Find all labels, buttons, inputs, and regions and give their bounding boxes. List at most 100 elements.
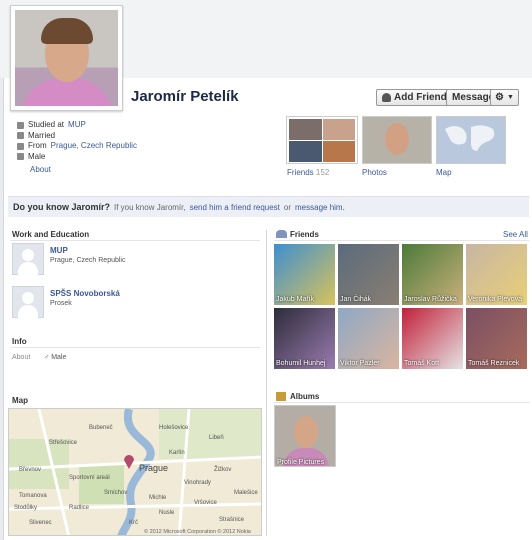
map-place-label: Nusle: [159, 510, 175, 516]
work-item-sub: Prosek: [50, 300, 72, 307]
albums-title: Albums: [290, 392, 320, 401]
album-icon: [276, 392, 286, 401]
add-friend-label: Add Friend: [394, 92, 447, 103]
know-banner: Do you know Jaromír? If you know Jaromír…: [8, 196, 529, 217]
friend-name: Jaroslav Růžička: [404, 296, 457, 303]
friends-heading: Friends: [276, 230, 319, 239]
friend-thumbnail[interactable]: Viktor Pazler: [338, 308, 399, 369]
friend-name: Veronika Plevová: [468, 296, 523, 303]
message-label: Message: [452, 92, 495, 103]
info-label: About: [12, 354, 31, 361]
know-suffix: .: [342, 202, 345, 212]
map-place-label: Bubeneč: [89, 425, 113, 431]
world-map-icon: [445, 125, 495, 151]
map-graphic: Holešovice Libeň Karlín Střešovice Bubeneč Bř…: [9, 409, 261, 535]
map-place-label: Karlín: [169, 450, 185, 456]
map-place-label: Smíchov: [104, 490, 127, 496]
info-value: ♂ Male: [44, 354, 66, 361]
know-mid: or: [283, 202, 292, 212]
map-heading: Map: [12, 396, 28, 405]
settings-dropdown-button[interactable]: ⚙ ▼: [490, 89, 519, 106]
see-all-link[interactable]: See All: [503, 230, 528, 239]
map-copyright: © 2012 Microsoft Corporation © 2012 Noki…: [144, 528, 252, 535]
map-place-label: Vinohrady: [184, 480, 211, 486]
divider: [274, 402, 529, 403]
map-city-label: Prague: [139, 463, 168, 473]
map-place-label: Libeň: [209, 435, 224, 441]
info-value-text: Male: [51, 354, 67, 361]
gear-icon: ⚙: [495, 92, 504, 103]
albums-heading: Albums: [276, 392, 320, 401]
album-caption: Profile Pictures: [277, 459, 325, 466]
map-place-label: Slivenec: [29, 520, 52, 526]
map-place-label: Radlice: [69, 505, 90, 511]
send-friend-request-link[interactable]: send him a friend request: [190, 203, 280, 212]
friend-name: Jakub Mařík: [276, 296, 315, 303]
map-tile-label[interactable]: Map: [436, 168, 452, 177]
info-text: Married: [28, 130, 56, 140]
map-tile[interactable]: [436, 116, 506, 164]
intro-info: Studied at MUP Married From Prague, Czech …: [17, 120, 137, 162]
info-text: Studied at: [28, 120, 65, 129]
map-place-label: Tomanova: [19, 493, 47, 499]
map-place-label: Malešice: [234, 490, 258, 496]
school-logo: [12, 286, 44, 319]
school-icon: [17, 121, 24, 129]
map-place-label: Vršovice: [194, 500, 217, 506]
work-item-name[interactable]: MUP: [50, 246, 68, 255]
photos-tile[interactable]: [362, 116, 432, 164]
work-education-heading: Work and Education: [12, 230, 90, 239]
home-icon: [17, 142, 24, 150]
friend-thumbnail[interactable]: Bohumil Hunhej: [274, 308, 335, 369]
know-prefix: If you know Jaromír,: [114, 202, 186, 212]
divider: [10, 240, 260, 241]
friend-thumbnail[interactable]: Jakub Mařík: [274, 244, 335, 305]
friend-name: Tomáš Reznicek: [468, 360, 520, 367]
map-place-label: Žižkov: [214, 465, 231, 473]
photos-tile-label[interactable]: Photos: [362, 168, 387, 177]
friend-thumbnail[interactable]: Veronika Plevová: [466, 244, 527, 305]
friends-grid: Jakub Mařík Jan Čihák Jaroslav Růžička Vero…: [274, 244, 530, 370]
profile-name[interactable]: Jaromír Petelík: [131, 88, 239, 105]
map-place-label: Holešovice: [159, 425, 189, 431]
column-divider: [266, 230, 267, 536]
add-friend-button[interactable]: Add Friend: [376, 89, 453, 106]
friend-thumbnail[interactable]: Tomáš Reznicek: [466, 308, 527, 369]
info-link[interactable]: Prague, Czech Republic: [51, 141, 137, 152]
friend-thumbnail[interactable]: Tomáš Kott: [402, 308, 463, 369]
friend-thumbnail[interactable]: Jan Čihák: [338, 244, 399, 305]
work-item-name[interactable]: SPŠS Novoborská: [50, 289, 120, 298]
info-row: From Prague, Czech Republic: [17, 141, 137, 152]
message-him-link[interactable]: message him: [295, 203, 343, 212]
info-row: Male: [17, 152, 137, 163]
friend-thumbnail[interactable]: Jaroslav Růžička: [402, 244, 463, 305]
work-item-sub: Prague, Czech Republic: [50, 257, 126, 264]
info-heading: Info: [12, 337, 27, 346]
map-place-label: Břevnov: [19, 467, 41, 473]
info-text: Male: [28, 151, 46, 161]
map-place-label: Strašnice: [219, 517, 245, 523]
friend-name: Bohumil Hunhej: [276, 360, 326, 367]
friends-tile[interactable]: [286, 116, 358, 164]
info-row: Studied at MUP: [17, 120, 137, 131]
divider: [10, 347, 260, 348]
profile-picture[interactable]: [10, 5, 123, 111]
friends-count: 152: [315, 168, 330, 177]
friend-name: Viktor Pazler: [340, 360, 380, 367]
chevron-down-icon: ▼: [506, 94, 514, 101]
friend-name: Tomáš Kott: [404, 360, 440, 367]
map-place-label: Sportovní areál: [69, 475, 110, 481]
map-place-label: Stodůlky: [14, 504, 37, 511]
friends-title: Friends: [290, 230, 319, 239]
divider: [274, 240, 529, 241]
male-icon: [17, 153, 24, 161]
info-link[interactable]: MUP: [68, 120, 86, 131]
info-text: From: [28, 141, 47, 150]
friends-tile-text: Friends: [287, 168, 314, 177]
friend-name: Jan Čihák: [340, 296, 372, 303]
about-link[interactable]: About: [30, 165, 51, 174]
album-profile-pictures[interactable]: Profile Pictures: [274, 405, 336, 467]
friends-tile-label[interactable]: Friends 152: [287, 168, 329, 177]
know-title: Do you know Jaromír?: [13, 202, 111, 212]
location-map[interactable]: Holešovice Libeň Karlín Střešovice Bubeneč Bř…: [8, 408, 262, 536]
